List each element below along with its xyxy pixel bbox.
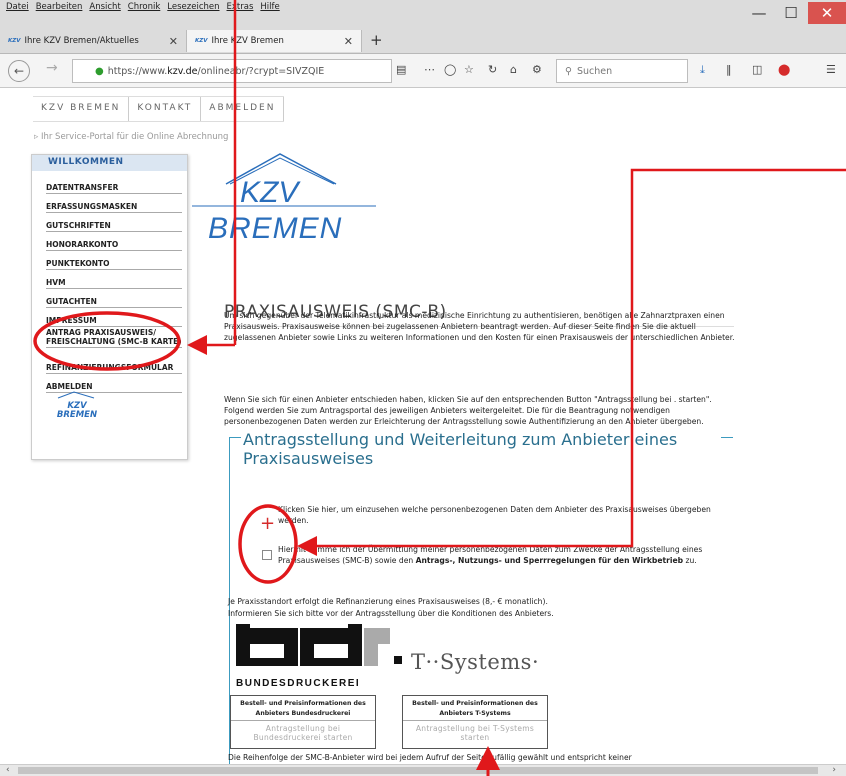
sidebar-item-punktekonto[interactable]: PUNKTEKONTO	[46, 259, 182, 270]
url-bar[interactable]: ● https://www. kzv.de/onlineabr/?crypt=SI…	[72, 59, 392, 83]
menu-icon[interactable]: ☰	[826, 63, 836, 76]
tsystems-logo: T··Systems·	[411, 650, 540, 674]
page-content: KZV BREMEN KONTAKT ABMELDEN ▹ Ihr Servic…	[0, 88, 846, 764]
url-host: kzv.de	[167, 65, 198, 77]
bookmark-star-icon[interactable]: ☆	[464, 63, 474, 76]
consent-text-end: zu.	[685, 556, 697, 566]
reader-icon[interactable]: ▤	[396, 63, 406, 76]
close-tab-icon[interactable]: ✕	[344, 35, 353, 48]
sidebar-icon[interactable]: ◫	[752, 63, 762, 76]
lock-icon: ●	[95, 65, 104, 77]
kzv-bremen-logo: KZV BREMEN	[190, 144, 380, 254]
url-prefix: https://www.	[107, 65, 168, 77]
expand-plus-icon[interactable]: +	[260, 513, 275, 534]
instruction-paragraph: Wenn Sie sich für einen Anbieter entschi…	[224, 395, 712, 427]
refinancing-text-1: Je Praxisstandort erfolgt die Refinanzie…	[228, 597, 548, 606]
topnav-kzv-bremen[interactable]: KZV BREMEN	[33, 97, 130, 121]
menu-datei[interactable]: Datei	[6, 2, 29, 12]
addon-icon[interactable]: ⚙	[532, 63, 542, 76]
url-path: /onlineabr/?crypt=SIVZQIE	[197, 65, 325, 77]
bdr-logo-text: BUNDESDRUCKEREI	[236, 678, 360, 689]
nav-bar: ← → ● https://www. kzv.de/onlineabr/?cryp…	[0, 54, 846, 88]
sidebar-item-gutschriften[interactable]: GUTSCHRIFTEN	[46, 221, 182, 232]
sidebar-kzv-logo[interactable]: KZV BREMEN	[52, 391, 102, 420]
menu-bar: Datei Bearbeiten Ansicht Chronik Lesezei…	[0, 0, 846, 28]
roof-icon	[57, 391, 95, 399]
close-window-icon[interactable]: ✕	[808, 2, 846, 24]
adblock-icon[interactable]: ⬤	[778, 63, 790, 76]
new-tab-icon[interactable]: +	[370, 31, 383, 49]
sidebar-item-erfassungsmasken[interactable]: ERFASSUNGSMASKEN	[46, 202, 182, 213]
search-input[interactable]: ⚲ Suchen	[556, 59, 688, 83]
kzv-logo-graphic: KZV BREMEN	[192, 153, 376, 245]
breadcrumb: ▹ Ihr Service-Portal für die Online Abre…	[34, 132, 229, 142]
sidebar-item-impressum[interactable]: IMPRESSUM	[46, 316, 182, 327]
close-tab-icon[interactable]: ✕	[169, 35, 178, 48]
bdr-start-button[interactable]: Antragstellung bei Bundesdruckerei start…	[231, 721, 375, 742]
breadcrumb-text: Ihr Service-Portal für die Online Abrech…	[40, 132, 229, 142]
menu-hilfe[interactable]: Hilfe	[260, 2, 279, 12]
scrollbar-thumb[interactable]	[18, 767, 818, 774]
more-icon[interactable]: ⋯	[424, 63, 435, 76]
order-footnote: Die Reihenfolge der SMC-B-Anbieter wird …	[228, 753, 632, 762]
menu-ansicht[interactable]: Ansicht	[89, 2, 120, 12]
reload-icon[interactable]: ↻	[488, 63, 497, 76]
kzv-favicon-icon: KZV	[195, 38, 208, 44]
sidebar: WILLKOMMEN DATENTRANSFER ERFASSUNGSMASKE…	[31, 154, 188, 460]
kzv-favicon-icon: KZV	[8, 38, 21, 44]
sidebar-item-honorarkonto[interactable]: HONORARKONTO	[46, 240, 182, 251]
menu-bearbeiten[interactable]: Bearbeiten	[36, 2, 83, 12]
provider-box-tsystems: Bestell- und Preisinformationen des Anbi…	[402, 695, 548, 749]
scroll-right-icon[interactable]: ›	[832, 765, 836, 775]
menu-extras[interactable]: Extras	[227, 2, 254, 12]
consent-regulations-link[interactable]: Antrags-, Nutzungs- und Sperrregelungen …	[416, 556, 683, 565]
sidebar-item-hvm[interactable]: HVM	[46, 278, 182, 289]
kzv-logo-bottom: BREMEN	[208, 212, 342, 245]
maximize-icon[interactable]: ☐	[776, 2, 806, 24]
menu-list: Datei Bearbeiten Ansicht Chronik Lesezei…	[6, 2, 280, 12]
topnav-kontakt[interactable]: KONTAKT	[129, 97, 202, 121]
tab-title: Ihre KZV Bremen	[211, 36, 284, 46]
sidebar-item-datentransfer[interactable]: DATENTRANSFER	[46, 183, 182, 194]
tab-kzv-bremen[interactable]: KZV Ihre KZV Bremen ✕	[186, 30, 362, 52]
search-icon: ⚲	[565, 65, 572, 77]
consent-checkbox[interactable]	[262, 550, 272, 560]
download-icon[interactable]: ⤓	[700, 63, 705, 77]
tsys-start-button[interactable]: Antragstellung bei T-Systems starten	[403, 721, 547, 742]
forward-icon[interactable]: →	[46, 60, 58, 76]
sidebar-item-antrag-praxisausweis[interactable]: ANTRAG PRAXISAUSWEIS/ FREISCHALTUNG (SMC…	[46, 328, 182, 348]
sidebar-item-gutachten[interactable]: GUTACHTEN	[46, 297, 182, 308]
refinancing-text-2: Informieren Sie sich bitte vor der Antra…	[228, 609, 554, 618]
provider-box-bundesdruckerei: Bestell- und Preisinformationen des Anbi…	[230, 695, 376, 749]
bdr-info-link[interactable]: Bestell- und Preisinformationen des Anbi…	[231, 696, 375, 721]
tab-bar: KZV Ihre KZV Bremen/Aktuelles ✕ KZV Ihre…	[0, 28, 846, 54]
minimize-icon[interactable]: —	[744, 2, 774, 24]
consent-text: Hiermit stimme ich der Übermittlung mein…	[278, 544, 718, 566]
intro-paragraph: Um sich gegenüber der Telematikinfrastru…	[224, 311, 735, 343]
tab-title: Ihre KZV Bremen/Aktuelles	[24, 36, 139, 46]
scroll-left-icon[interactable]: ‹	[6, 765, 10, 775]
sidebar-logo-bottom: BREMEN	[56, 410, 98, 420]
tsys-info-link[interactable]: Bestell- und Preisinformationen des Anbi…	[403, 696, 547, 721]
bundesdruckerei-logo: BUNDESDRUCKEREI	[236, 624, 408, 690]
tab-aktuelles[interactable]: KZV Ihre KZV Bremen/Aktuelles ✕	[0, 30, 186, 52]
bdr-logo-graphic: BUNDESDRUCKEREI	[236, 624, 402, 689]
menu-lesezeichen[interactable]: Lesezeichen	[167, 2, 219, 12]
site-top-nav: KZV BREMEN KONTAKT ABMELDEN	[33, 96, 285, 122]
back-icon[interactable]: ←	[8, 60, 30, 82]
library-icon[interactable]: ‖	[726, 63, 732, 76]
search-placeholder: Suchen	[576, 65, 613, 77]
sidebar-item-refinanzierungsformular[interactable]: REFINANZIERUNGSFORMULAR	[46, 363, 182, 374]
sidebar-heading: WILLKOMMEN	[32, 155, 187, 171]
pocket-icon[interactable]: ◯	[444, 63, 456, 76]
box-title: Antragsstellung und Weiterleitung zum An…	[241, 430, 721, 468]
home-icon[interactable]: ⌂	[510, 63, 517, 76]
topnav-abmelden[interactable]: ABMELDEN	[201, 97, 285, 121]
horizontal-scrollbar[interactable]: ‹ ›	[0, 764, 846, 776]
expand-text: Klicken Sie hier, um einzusehen welche p…	[278, 505, 711, 526]
kzv-logo-top: KZV	[240, 176, 301, 209]
menu-chronik[interactable]: Chronik	[128, 2, 161, 12]
